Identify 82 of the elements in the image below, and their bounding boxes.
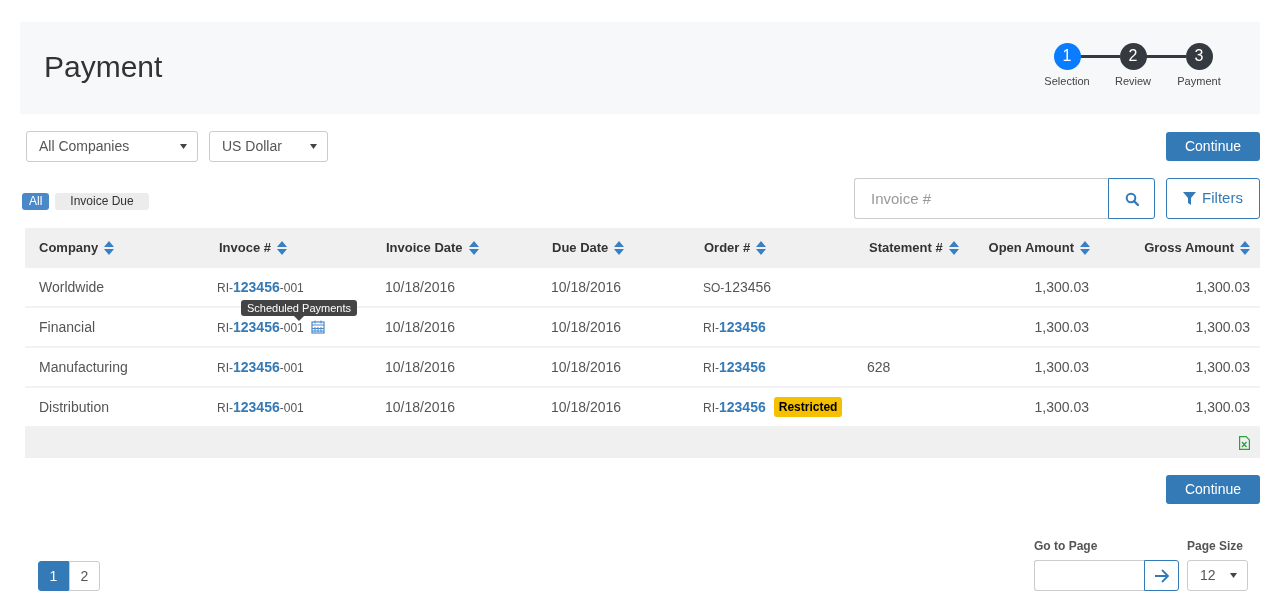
invoice-number: RI-123456-001 — [217, 278, 304, 296]
column-header[interactable]: Company — [39, 238, 99, 258]
table-cell-text: Financial — [38, 319, 97, 335]
invoice-number: RI-123456-001 — [217, 398, 304, 416]
caret-icon — [180, 144, 187, 149]
table-cell-text: 10/18/2016 — [550, 319, 623, 335]
column-header[interactable]: Open Amount — [988, 238, 1074, 258]
table-cell-text: 10/18/2016 — [550, 399, 623, 415]
continue-button[interactable]: Continue — [1166, 475, 1260, 504]
page-button[interactable]: 1 — [38, 561, 69, 591]
column-header[interactable]: Statement # — [869, 238, 943, 258]
table-cell-text: 1,300.03 — [1194, 359, 1251, 375]
page-title: Payment — [44, 48, 163, 85]
step-label: Review — [1114, 73, 1152, 89]
column-header[interactable]: Invoce # — [219, 238, 272, 258]
order-link[interactable]: 123456 — [719, 318, 766, 335]
sort-icon[interactable] — [948, 241, 959, 255]
currency-select[interactable]: US Dollar — [209, 131, 328, 162]
sort-icon[interactable] — [1080, 241, 1090, 255]
invoice-number: RI-123456-001 — [217, 318, 304, 336]
sort-icon[interactable] — [277, 241, 288, 255]
restricted-badge: Restricted — [773, 397, 843, 417]
order-number: RI-123456 — [703, 358, 766, 376]
table-cell-text: Worldwide — [38, 279, 106, 295]
column-header[interactable]: Gross Amount — [1144, 238, 1234, 258]
table-cell-text: 1,300.03 — [1033, 319, 1090, 335]
go-button[interactable] — [1144, 560, 1179, 591]
column-header[interactable]: Due Date — [552, 238, 609, 258]
sort-icon[interactable] — [756, 241, 767, 255]
table-cell-text: 1,300.03 — [1194, 399, 1251, 415]
order-link[interactable]: 123456 — [719, 398, 766, 415]
table-cell-text: 1,300.03 — [1194, 319, 1251, 335]
search-button[interactable] — [1108, 178, 1155, 219]
table-cell-text: 10/18/2016 — [384, 279, 457, 295]
caret-icon — [310, 144, 317, 149]
page-button[interactable]: 2 — [69, 561, 100, 591]
table-cell-text: 10/18/2016 — [550, 359, 623, 375]
company-select[interactable]: All Companies — [26, 131, 198, 162]
order-number: RI-123456 — [703, 318, 766, 336]
step-label: Payment — [1177, 73, 1221, 89]
table-cell-text: 1,300.03 — [1033, 399, 1090, 415]
table-cell-text: 1,300.03 — [1033, 359, 1090, 375]
invoice-search-field[interactable]: Invoice # — [854, 178, 1108, 219]
tooltip: Scheduled Payments — [241, 299, 357, 321]
table-cell-text: 1,300.03 — [1033, 279, 1090, 295]
table-cell-text: 1,300.03 — [1194, 279, 1251, 295]
invoice-link[interactable]: 123456 — [233, 398, 280, 415]
table-cell-text: 10/18/2016 — [384, 399, 457, 415]
table-cell-text: 10/18/2016 — [550, 279, 623, 295]
order-link[interactable]: 123456 — [719, 358, 766, 375]
column-header[interactable]: Order # — [704, 238, 751, 258]
sort-icon[interactable] — [1240, 241, 1250, 255]
invoice-number: RI-123456-001 — [217, 358, 304, 376]
order-number: RI-123456 — [703, 398, 766, 416]
table-cell-text: 10/18/2016 — [384, 359, 457, 375]
step-label: Selection — [1044, 73, 1090, 89]
filters-button[interactable]: Filters — [1166, 178, 1260, 219]
table-cell-text: 10/18/2016 — [384, 319, 457, 335]
sort-icon[interactable] — [614, 241, 625, 255]
order-number: SO-123456 — [703, 278, 772, 296]
filter-tag[interactable]: Invoice Due — [55, 193, 149, 210]
page-size-label: Page Size — [1187, 538, 1245, 555]
invoice-link[interactable]: 123456 — [233, 278, 280, 295]
spreadsheet-icon[interactable] — [1239, 436, 1250, 450]
table-cell-text: Manufacturing — [38, 359, 129, 375]
caret-icon — [1230, 573, 1237, 578]
calendar-icon[interactable] — [310, 320, 325, 334]
sort-icon[interactable] — [468, 241, 479, 255]
search-icon — [1124, 191, 1139, 206]
arrow-right-icon — [1153, 568, 1170, 583]
go-to-page-label: Go to Page — [1034, 538, 1099, 555]
page-size-select[interactable]: 12 — [1187, 560, 1248, 591]
column-header[interactable]: Invoice Date — [386, 238, 463, 258]
sort-icon[interactable] — [104, 241, 115, 255]
go-to-page-field[interactable] — [1034, 560, 1144, 591]
invoice-link[interactable]: 123456 — [233, 318, 280, 335]
funnel-icon — [1183, 192, 1197, 205]
invoice-link[interactable]: 123456 — [233, 358, 280, 375]
continue-button[interactable]: Continue — [1166, 132, 1260, 161]
filter-tag[interactable]: All — [22, 193, 50, 210]
table-cell-text: 628 — [866, 359, 892, 375]
table-cell-text: Distribution — [38, 399, 111, 415]
